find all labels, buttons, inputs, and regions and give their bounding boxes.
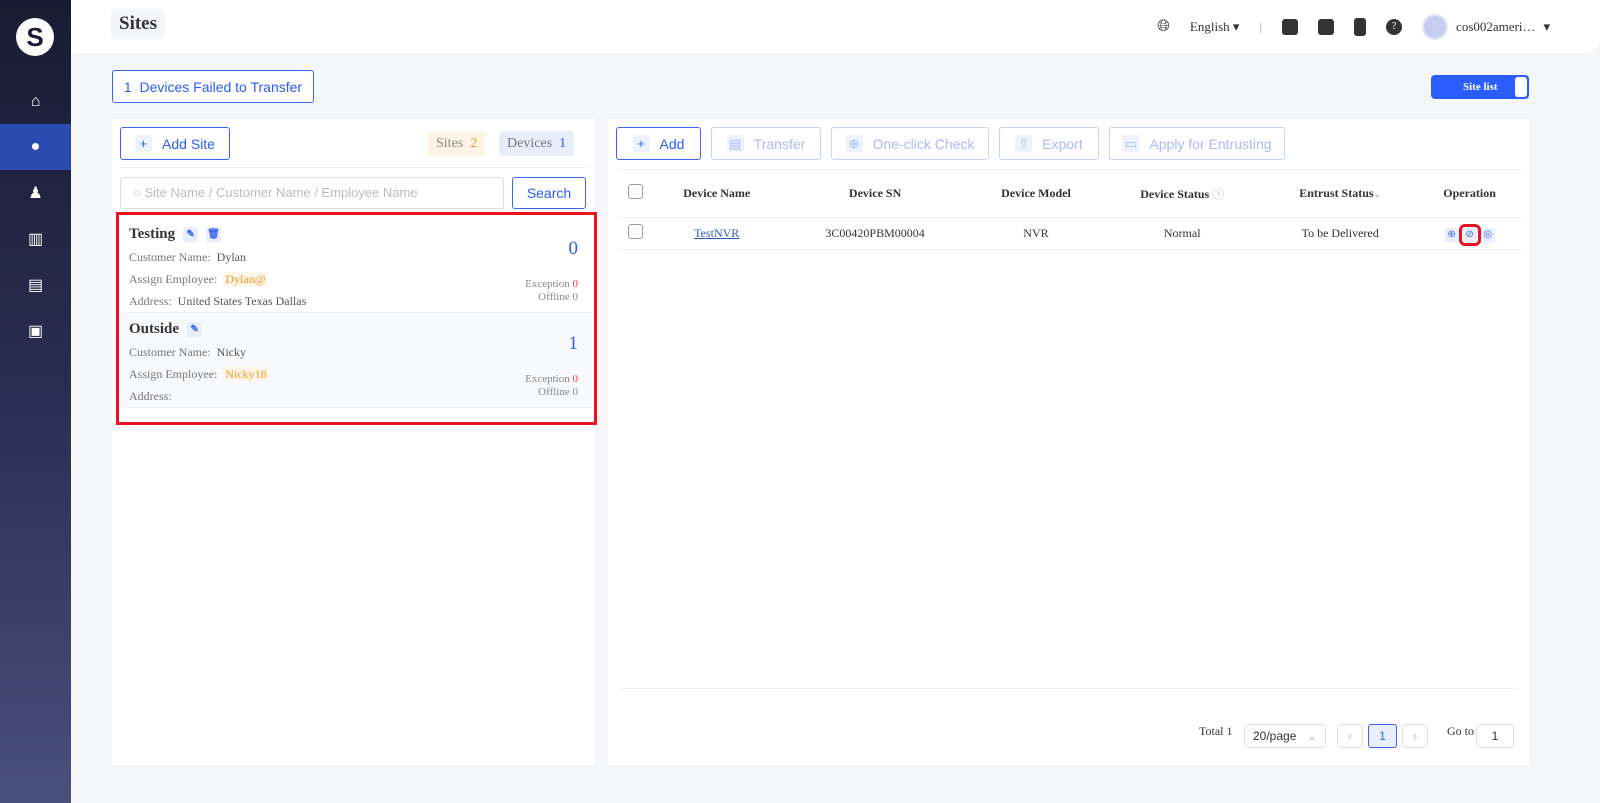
add-device-button[interactable]: + Add: [616, 127, 701, 160]
sites-label: Sites: [436, 136, 464, 151]
plus-icon: +: [135, 135, 153, 152]
globe-icon[interactable]: 🌐︎: [1157, 18, 1170, 36]
device-table: Device Name Device SN Device Model Devic…: [617, 169, 1521, 250]
mobile-icon[interactable]: [1354, 18, 1367, 36]
col-device-status: Device Status ⓘ: [1102, 169, 1263, 218]
separator: |: [1259, 19, 1263, 34]
help-icon[interactable]: ?: [1386, 19, 1403, 35]
row-checkbox[interactable]: [627, 224, 643, 239]
export-label: Export: [1042, 135, 1083, 152]
site-search-input[interactable]: ○ Site Name / Customer Name / Employee N…: [120, 177, 504, 209]
add-site-button[interactable]: + Add Site: [120, 127, 230, 160]
next-page-button[interactable]: ›: [1402, 724, 1428, 748]
search-placeholder: Site Name / Customer Name / Employee Nam…: [144, 185, 418, 200]
user-icon[interactable]: ♟: [0, 170, 71, 216]
check-icon: ⊕: [845, 135, 863, 152]
site-list-toggle[interactable]: Site list: [1431, 75, 1529, 99]
goto-input[interactable]: 1: [1476, 724, 1514, 748]
zoom-icon[interactable]: ⊕: [1444, 227, 1459, 242]
sites-count: 2: [470, 136, 478, 151]
transfer-label: Transfer: [753, 135, 806, 152]
add-site-label: Add Site: [162, 135, 215, 152]
toggle-knob: [1515, 77, 1527, 97]
sidebar: S ⌂ ● ♟ ▥ ▤ ▣: [0, 0, 71, 803]
total-count: Total 1: [1199, 724, 1233, 738]
compass-icon[interactable]: ⊘: [1458, 223, 1481, 246]
page-title: Sites: [111, 9, 165, 39]
logo: S: [16, 18, 54, 56]
checklist-icon[interactable]: [1282, 19, 1299, 35]
col-entrust-status[interactable]: Entrust Status⌄: [1262, 169, 1419, 218]
devices-count: 1: [559, 136, 567, 151]
toggle-label: Site list: [1463, 81, 1498, 93]
status-header: Device Status: [1140, 187, 1210, 201]
document-icon[interactable]: ▤: [0, 262, 71, 308]
device-name-link[interactable]: TestNVR: [694, 226, 739, 240]
transfer-button[interactable]: ▤ Transfer: [711, 127, 821, 160]
device-model: NVR: [969, 217, 1103, 250]
location-icon[interactable]: ●: [0, 124, 71, 170]
prev-page-button[interactable]: ‹: [1337, 724, 1363, 748]
col-operation: Operation: [1418, 169, 1521, 218]
transfer-icon: ▤: [726, 135, 744, 152]
topbar: Sites 🌐︎ English ▾ | ? cos002ameri… ▾: [71, 0, 1600, 53]
export-button[interactable]: ⇧ Export: [999, 127, 1099, 160]
entrust-label: Apply for Entrusting: [1149, 135, 1272, 152]
select-all-checkbox[interactable]: [627, 184, 643, 199]
add-label: Add: [659, 135, 685, 152]
settings-icon[interactable]: ◎: [1480, 227, 1495, 242]
one-click-check-button[interactable]: ⊕ One-click Check: [831, 127, 989, 160]
building-icon[interactable]: ▥: [0, 216, 71, 262]
goto-label: Go to: [1447, 724, 1474, 738]
failed-label: Devices Failed to Transfer: [139, 78, 303, 95]
page-size-select[interactable]: 20/page ⌄: [1244, 724, 1326, 748]
help-icon[interactable]: ⓘ: [1212, 187, 1224, 201]
home-icon[interactable]: ⌂: [0, 79, 71, 125]
avatar: [1422, 14, 1449, 40]
chevron-down-icon: ⌄: [1306, 729, 1317, 743]
language-select[interactable]: English ▾: [1190, 19, 1240, 35]
search-button[interactable]: Search: [512, 177, 586, 209]
devices-label: Devices: [507, 136, 553, 151]
message-icon[interactable]: [1318, 19, 1335, 35]
devices-count-badge: Devices 1: [499, 131, 575, 156]
sites-count-badge: Sites 2: [428, 131, 486, 156]
user-menu[interactable]: cos002ameri… ▾: [1422, 14, 1550, 40]
export-icon: ⇧: [1015, 135, 1033, 152]
entrust-status: To be Delivered: [1262, 217, 1419, 250]
col-device-model: Device Model: [969, 169, 1103, 218]
plus-icon: +: [632, 135, 650, 152]
table-header: Device Name Device SN Device Model Devic…: [617, 169, 1521, 218]
entrust-header: Entrust Status: [1299, 186, 1374, 200]
device-status: Normal: [1102, 217, 1263, 250]
highlight-box: [116, 212, 597, 425]
divider: [620, 688, 1518, 689]
col-device-name: Device Name: [653, 169, 781, 218]
page-1-button[interactable]: 1: [1368, 724, 1397, 748]
failed-count: 1: [123, 78, 132, 95]
lock-icon[interactable]: ▣: [0, 308, 71, 354]
check-label: One-click Check: [872, 135, 975, 152]
divider: [120, 167, 586, 168]
device-sn: 3C00420PBM00004: [780, 217, 970, 250]
col-device-sn: Device SN: [780, 169, 970, 218]
failed-transfer-button[interactable]: 1 Devices Failed to Transfer: [112, 70, 314, 103]
entrust-icon: ▭: [1122, 135, 1140, 152]
username: cos002ameri…: [1456, 19, 1536, 34]
table-row: TestNVR 3C00420PBM00004 NVR Normal To be…: [617, 217, 1521, 250]
chevron-down-icon: ⌄: [1373, 189, 1382, 199]
apply-entrusting-button[interactable]: ▭ Apply for Entrusting: [1109, 127, 1285, 160]
page-size: 20/page: [1253, 729, 1297, 743]
language-label: English: [1189, 19, 1230, 34]
